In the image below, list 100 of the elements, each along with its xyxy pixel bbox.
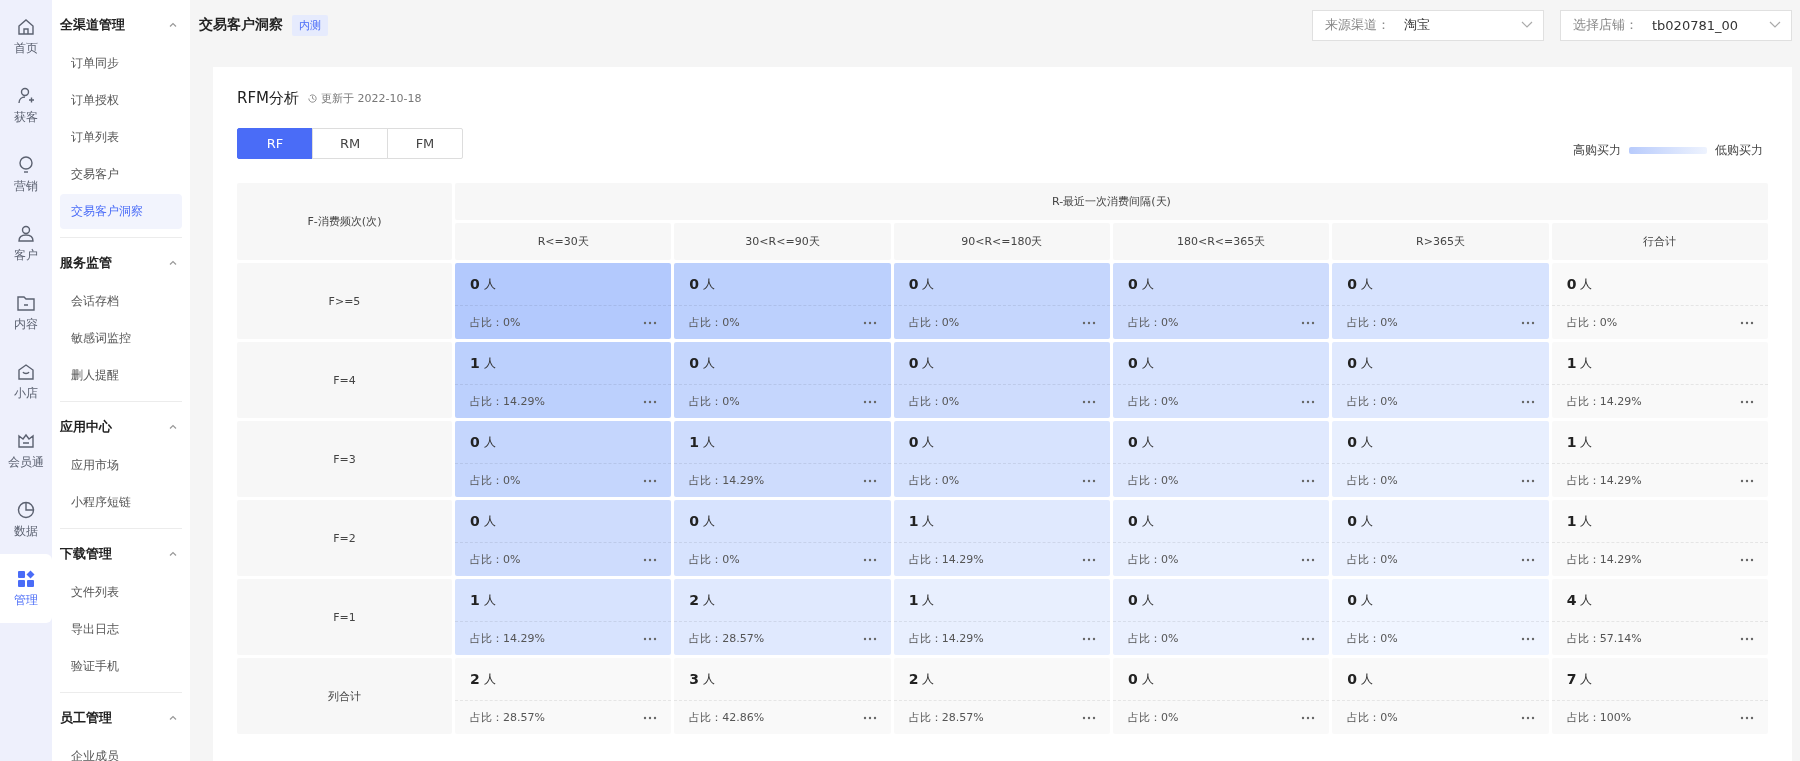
count-unit: 人 xyxy=(1361,591,1374,609)
menu-item[interactable]: 文件列表 xyxy=(60,575,182,610)
menu-item[interactable]: 订单同步 xyxy=(60,46,182,81)
nav-rail-item[interactable]: 首页 xyxy=(0,2,52,71)
count-unit: 人 xyxy=(1141,275,1154,293)
segment-tab[interactable]: FM xyxy=(387,128,463,159)
count-value: 0 xyxy=(1128,276,1138,292)
count-value: 0 xyxy=(470,434,480,450)
share-text: 占比：0% xyxy=(1128,473,1179,488)
more-icon[interactable] xyxy=(1082,478,1096,483)
menu-item[interactable]: 订单授权 xyxy=(60,83,182,118)
count-unit: 人 xyxy=(1580,591,1593,609)
caret-icon[interactable] xyxy=(168,713,178,723)
share-text: 占比：0% xyxy=(1128,631,1179,646)
column-header: R>365天 xyxy=(1332,223,1549,260)
nav-rail-item[interactable]: 会员通 xyxy=(0,416,52,485)
more-icon[interactable] xyxy=(1301,320,1316,325)
more-icon[interactable] xyxy=(643,478,658,483)
more-icon[interactable] xyxy=(862,715,877,720)
segment-tab[interactable]: RF xyxy=(237,128,313,159)
segment-tab[interactable]: RM xyxy=(312,128,388,159)
menu-item[interactable]: 敏感词监控 xyxy=(60,321,182,356)
more-icon[interactable] xyxy=(1301,636,1316,641)
more-icon[interactable] xyxy=(1301,557,1316,562)
more-icon[interactable] xyxy=(1301,478,1316,483)
count-value: 1 xyxy=(689,434,700,450)
more-icon[interactable] xyxy=(1740,715,1754,720)
nav-rail-item[interactable]: 数据 xyxy=(0,485,52,554)
share-text: 占比：0% xyxy=(689,552,740,567)
count-value: 0 xyxy=(908,355,919,371)
column-header: 90<R<=180天 xyxy=(893,223,1110,260)
more-icon[interactable] xyxy=(643,320,658,325)
count-unit: 人 xyxy=(1141,433,1154,451)
more-icon[interactable] xyxy=(1520,320,1535,325)
more-icon[interactable] xyxy=(1082,715,1096,720)
more-icon[interactable] xyxy=(1740,557,1754,562)
more-icon[interactable] xyxy=(643,715,658,720)
more-icon[interactable] xyxy=(1520,557,1535,562)
more-icon[interactable] xyxy=(643,557,658,562)
menu-item[interactable]: 应用市场 xyxy=(60,448,182,483)
menu-item[interactable]: 会话存档 xyxy=(60,284,182,319)
count-unit: 人 xyxy=(922,354,935,372)
more-icon[interactable] xyxy=(1301,715,1316,720)
nav-rail-item[interactable]: 管理 xyxy=(0,554,52,623)
menu-item[interactable]: 交易客户洞察 xyxy=(60,194,182,229)
more-icon[interactable] xyxy=(862,557,877,562)
nav-rail-item[interactable]: 内容 xyxy=(0,278,52,347)
nav-rail-item[interactable]: 客户 xyxy=(0,209,52,278)
menu-group-title: 全渠道管理 xyxy=(60,16,125,34)
menu-item[interactable]: 订单列表 xyxy=(60,120,182,155)
caret-icon[interactable] xyxy=(168,20,178,30)
more-icon[interactable] xyxy=(1520,715,1535,720)
more-icon[interactable] xyxy=(1520,478,1535,483)
card-title: RFM分析 xyxy=(237,88,299,108)
more-icon[interactable] xyxy=(1740,320,1754,325)
caret-icon[interactable] xyxy=(168,549,178,559)
menu-item[interactable]: 交易客户 xyxy=(60,157,182,192)
menu-item[interactable]: 企业成员 xyxy=(60,739,182,761)
count-unit: 人 xyxy=(483,591,496,609)
more-icon[interactable] xyxy=(862,320,877,325)
more-icon[interactable] xyxy=(1082,320,1096,325)
count-unit: 人 xyxy=(922,433,935,451)
count-unit: 人 xyxy=(1361,512,1374,530)
more-icon[interactable] xyxy=(1740,478,1754,483)
nav-rail-item[interactable]: 营销 xyxy=(0,140,52,209)
caret-icon[interactable] xyxy=(168,258,178,268)
more-icon[interactable] xyxy=(643,636,658,641)
menu-item[interactable]: 导出日志 xyxy=(60,612,182,647)
share-text: 占比：0% xyxy=(470,552,521,567)
menu-item[interactable]: 小程序短链 xyxy=(60,485,182,520)
count-value: 0 xyxy=(689,276,700,292)
count-unit: 人 xyxy=(1141,591,1154,609)
more-icon[interactable] xyxy=(1082,399,1096,404)
caret-icon[interactable] xyxy=(168,422,178,432)
more-icon[interactable] xyxy=(862,636,877,641)
share-text: 占比：57.14% xyxy=(1566,631,1642,646)
more-icon[interactable] xyxy=(1740,399,1754,404)
menu-item[interactable]: 删人提醒 xyxy=(60,358,182,393)
more-icon[interactable] xyxy=(1520,399,1535,404)
column-header: 30<R<=90天 xyxy=(674,223,891,260)
more-icon[interactable] xyxy=(1520,636,1535,641)
share-text: 占比：0% xyxy=(1347,552,1398,567)
share-text: 占比：0% xyxy=(1347,394,1398,409)
count-value: 0 xyxy=(1128,355,1138,371)
more-icon[interactable] xyxy=(1082,557,1096,562)
filter-select[interactable]: 选择店铺： tb020781_00 xyxy=(1560,9,1792,41)
more-icon[interactable] xyxy=(1301,399,1316,404)
more-icon[interactable] xyxy=(862,478,877,483)
nav-rail-item[interactable]: 获客 xyxy=(0,71,52,140)
menu-item[interactable]: 验证手机 xyxy=(60,649,182,684)
bulb-icon xyxy=(16,154,36,175)
count-unit: 人 xyxy=(1580,354,1593,372)
share-text: 占比：14.29% xyxy=(908,631,984,646)
more-icon[interactable] xyxy=(1740,636,1754,641)
more-icon[interactable] xyxy=(862,399,877,404)
nav-rail-item[interactable]: 小店 xyxy=(0,347,52,416)
filter-select[interactable]: 来源渠道： 淘宝 xyxy=(1312,9,1544,41)
more-icon[interactable] xyxy=(1082,636,1096,641)
more-icon[interactable] xyxy=(643,399,658,404)
count-unit: 人 xyxy=(1141,512,1154,530)
